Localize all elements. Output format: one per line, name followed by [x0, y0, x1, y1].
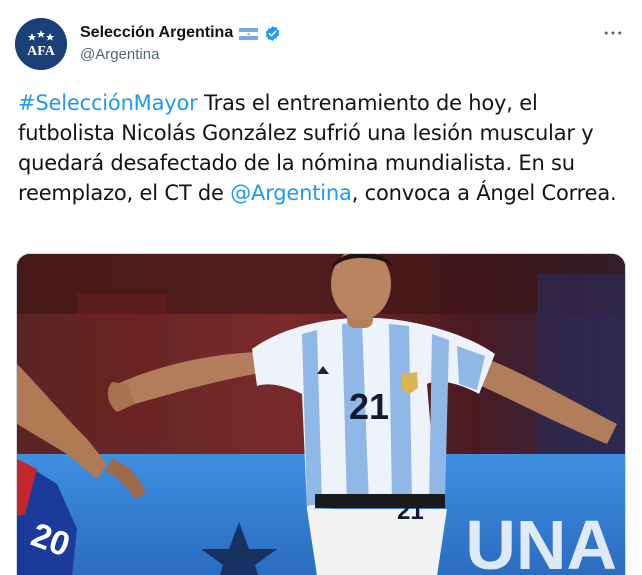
mention-link[interactable]: @Argentina: [230, 181, 352, 205]
tweet-text: #SelecciónMayor Tras el entrenamiento de…: [18, 88, 630, 208]
avatar[interactable]: AFA: [15, 18, 67, 70]
more-options-button[interactable]: [600, 20, 626, 46]
player-number: 21: [349, 386, 389, 427]
more-dots-icon: [604, 31, 622, 35]
name-row: Selección Argentina: [80, 22, 281, 44]
ad-board-text: UNA: [465, 506, 617, 575]
afa-logo: AFA: [15, 18, 67, 70]
hashtag-link[interactable]: #SelecciónMayor: [18, 91, 198, 115]
account-handle[interactable]: @Argentina: [80, 46, 159, 63]
verified-badge-icon: [264, 25, 281, 42]
tweet-text-part2: , convoca a Ángel Correa.: [351, 181, 617, 205]
player-shorts: [307, 509, 447, 575]
tweet-card: AFA Selección Argentina @Argentina #Sele…: [0, 0, 642, 575]
tweet-photo[interactable]: UNA 20 21 21: [16, 253, 626, 575]
display-name[interactable]: Selección Argentina: [80, 24, 233, 42]
avatar-text: AFA: [27, 44, 56, 59]
argentina-flag-icon: [239, 27, 259, 40]
photo-scene: UNA 20 21 21: [17, 254, 625, 575]
